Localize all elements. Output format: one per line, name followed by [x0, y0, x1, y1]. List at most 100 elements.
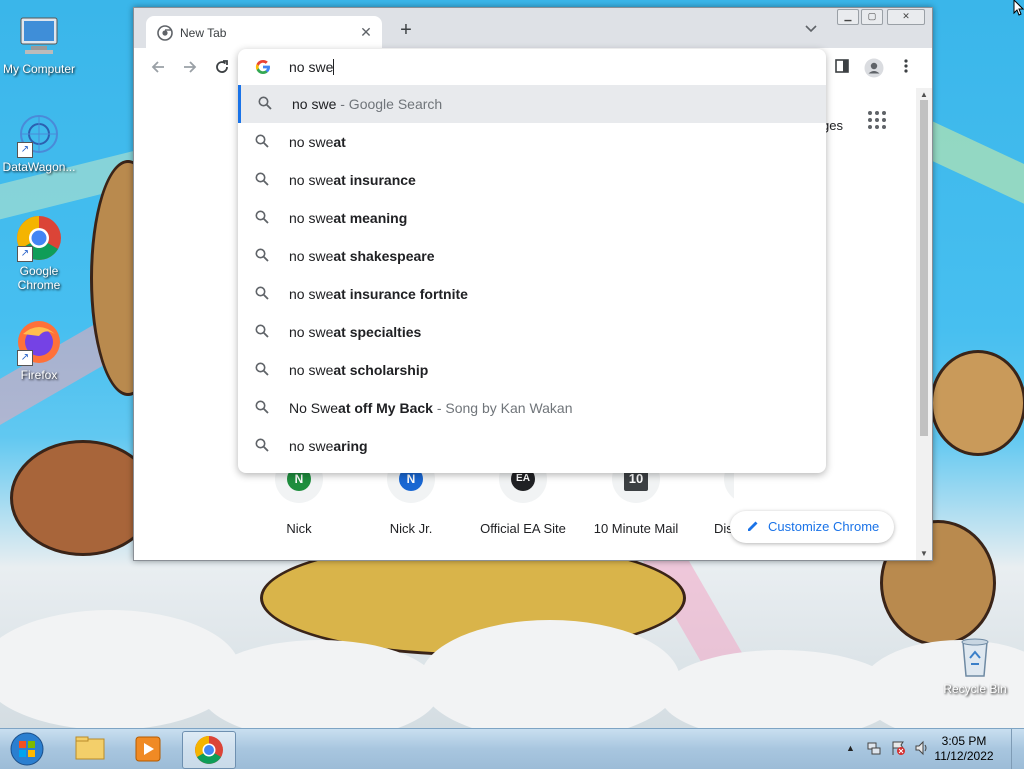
- show-desktop-button[interactable]: [1011, 729, 1024, 769]
- omnibox-text: no swe: [289, 59, 334, 75]
- shortcut-label: Dis: [714, 521, 733, 536]
- chevron-down-icon[interactable]: [802, 21, 820, 39]
- omnibox-suggestion[interactable]: no sweat specialties: [238, 313, 826, 351]
- search-icon: [258, 96, 274, 112]
- mouse-cursor-icon: [1013, 0, 1024, 16]
- omnibox-suggestion[interactable]: no sweat meaning: [238, 199, 826, 237]
- suggestion-typed: no swe: [289, 172, 334, 188]
- suggestion-text: no swe - Google Search: [292, 96, 442, 112]
- suggestion-completion: at: [333, 134, 346, 150]
- suggestion-text: no swearing: [289, 438, 368, 454]
- suggestion-text: no sweat: [289, 134, 346, 150]
- taskbar: ▲ 3:05 PM 11/12/2022: [0, 728, 1024, 769]
- suggestion-typed: no swe: [289, 438, 334, 454]
- action-center-flag-icon[interactable]: [890, 740, 906, 756]
- omnibox-suggestion[interactable]: No Sweat off My Back - Song by Kan Wakan: [238, 389, 826, 427]
- suggestion-completion: at specialties: [333, 324, 422, 340]
- chrome-favicon-icon: [157, 25, 173, 44]
- suggestion-typed: no swe: [289, 362, 334, 378]
- desktop-icon-label: Google Chrome: [17, 264, 61, 292]
- search-icon: [255, 134, 271, 150]
- search-icon: [255, 286, 271, 302]
- suggestion-text: no sweat meaning: [289, 210, 407, 226]
- system-clock[interactable]: 3:05 PM 11/12/2022: [932, 734, 996, 764]
- desktop-icon-label: Recycle Bin: [943, 682, 1007, 696]
- search-icon: [255, 210, 271, 226]
- search-icon: [255, 400, 271, 416]
- desktop-icon-label: My Computer: [2, 62, 76, 76]
- taskbar-media-player-button[interactable]: [122, 731, 174, 767]
- suggestion-typed: No Swe: [289, 400, 339, 416]
- scrollbar-thumb[interactable]: [920, 100, 928, 436]
- desktop-icon-firefox[interactable]: ↗ Firefox: [1, 318, 77, 382]
- suggestion-completion: at scholarship: [333, 362, 429, 378]
- new-tab-button[interactable]: +: [396, 20, 416, 40]
- suggestion-text: no sweat insurance fortnite: [289, 286, 468, 302]
- omnibox-suggestion[interactable]: no swearing: [238, 427, 826, 465]
- clock-time: 3:05 PM: [941, 734, 987, 748]
- suggestion-typed: no swe: [289, 134, 334, 150]
- scrollbar[interactable]: ▲ ▼: [916, 88, 932, 560]
- tab-new-tab[interactable]: New Tab ✕: [146, 16, 382, 50]
- recycle-bin-icon: [951, 632, 999, 680]
- back-arrow-icon[interactable]: [148, 58, 168, 78]
- taskbar-explorer-button[interactable]: [64, 731, 116, 767]
- omnibox-input[interactable]: no swe: [238, 49, 826, 85]
- computer-icon: [15, 12, 63, 60]
- maximize-button[interactable]: ▢: [861, 9, 883, 25]
- datawagon-icon: ↗: [15, 110, 63, 158]
- customize-chrome-button[interactable]: Customize Chrome: [730, 511, 894, 543]
- omnibox-suggestion[interactable]: no swe - Google Search: [238, 85, 826, 123]
- suggestion-typed: no swe: [289, 324, 334, 340]
- scroll-down-icon[interactable]: ▼: [920, 549, 928, 558]
- suggestion-completion: at off My Back: [338, 400, 433, 416]
- desktop-icon-label: Firefox: [20, 368, 58, 382]
- tab-close-icon[interactable]: ✕: [358, 24, 374, 40]
- close-window-button[interactable]: ✕: [887, 9, 925, 25]
- desktop-icon-recycle-bin[interactable]: Recycle Bin: [937, 632, 1013, 696]
- start-button[interactable]: [8, 731, 46, 767]
- suggestion-typed: no swe: [289, 248, 334, 264]
- desktop-icon-label: DataWagon...: [2, 160, 76, 174]
- scroll-up-icon[interactable]: ▲: [920, 90, 928, 99]
- omnibox-suggestion[interactable]: no sweat shakespeare: [238, 237, 826, 275]
- tab-title: New Tab: [180, 26, 227, 40]
- kebab-menu-icon[interactable]: [896, 58, 916, 78]
- suggestion-secondary: - Song by Kan Wakan: [432, 400, 573, 416]
- cloud: [200, 640, 440, 728]
- side-panel-icon[interactable]: [832, 58, 852, 78]
- apps-grid-icon[interactable]: [867, 110, 887, 130]
- desktop-icon-google-chrome[interactable]: ↗ Google Chrome: [1, 214, 77, 292]
- suggestion-text: no sweat specialties: [289, 324, 421, 340]
- show-hidden-icons-icon[interactable]: ▲: [846, 743, 855, 753]
- volume-icon[interactable]: [914, 740, 930, 756]
- chrome-icon: ↗: [15, 214, 63, 262]
- suggestion-typed: no swe: [289, 210, 334, 226]
- taskbar-chrome-button[interactable]: [182, 731, 236, 769]
- desktop-icon-datawagon[interactable]: ↗ DataWagon...: [1, 110, 77, 174]
- search-icon: [255, 438, 271, 454]
- clock-date: 11/12/2022: [934, 749, 994, 763]
- omnibox-suggestion[interactable]: no sweat insurance: [238, 161, 826, 199]
- customize-label: Customize Chrome: [768, 519, 880, 534]
- shortcut-arrow-icon: ↗: [17, 142, 33, 158]
- desktop-icon-my-computer[interactable]: My Computer: [1, 12, 77, 76]
- forward-arrow-icon[interactable]: [180, 58, 200, 78]
- omnibox-suggestion[interactable]: no sweat scholarship: [238, 351, 826, 389]
- minimize-button[interactable]: ▁: [837, 9, 859, 25]
- reload-icon[interactable]: [212, 58, 232, 78]
- profile-avatar-icon[interactable]: [864, 58, 884, 78]
- suggestion-text: no sweat scholarship: [289, 362, 428, 378]
- google-g-icon: [255, 59, 271, 78]
- cloud: [420, 620, 680, 728]
- network-icon[interactable]: [866, 740, 882, 756]
- suggestion-completion: at shakespeare: [333, 248, 435, 264]
- shortcut-label: Official EA Site: [480, 521, 566, 536]
- text-caret: [333, 59, 335, 75]
- suggestion-text: no sweat shakespeare: [289, 248, 435, 264]
- omnibox-suggestion[interactable]: no sweat insurance fortnite: [238, 275, 826, 313]
- suggestion-completion: at insurance: [333, 172, 416, 188]
- omnibox-suggestion[interactable]: no sweat: [238, 123, 826, 161]
- omnibox-dropdown: no swe no swe - Google Search no sweat no …: [238, 49, 826, 473]
- firefox-icon: ↗: [15, 318, 63, 366]
